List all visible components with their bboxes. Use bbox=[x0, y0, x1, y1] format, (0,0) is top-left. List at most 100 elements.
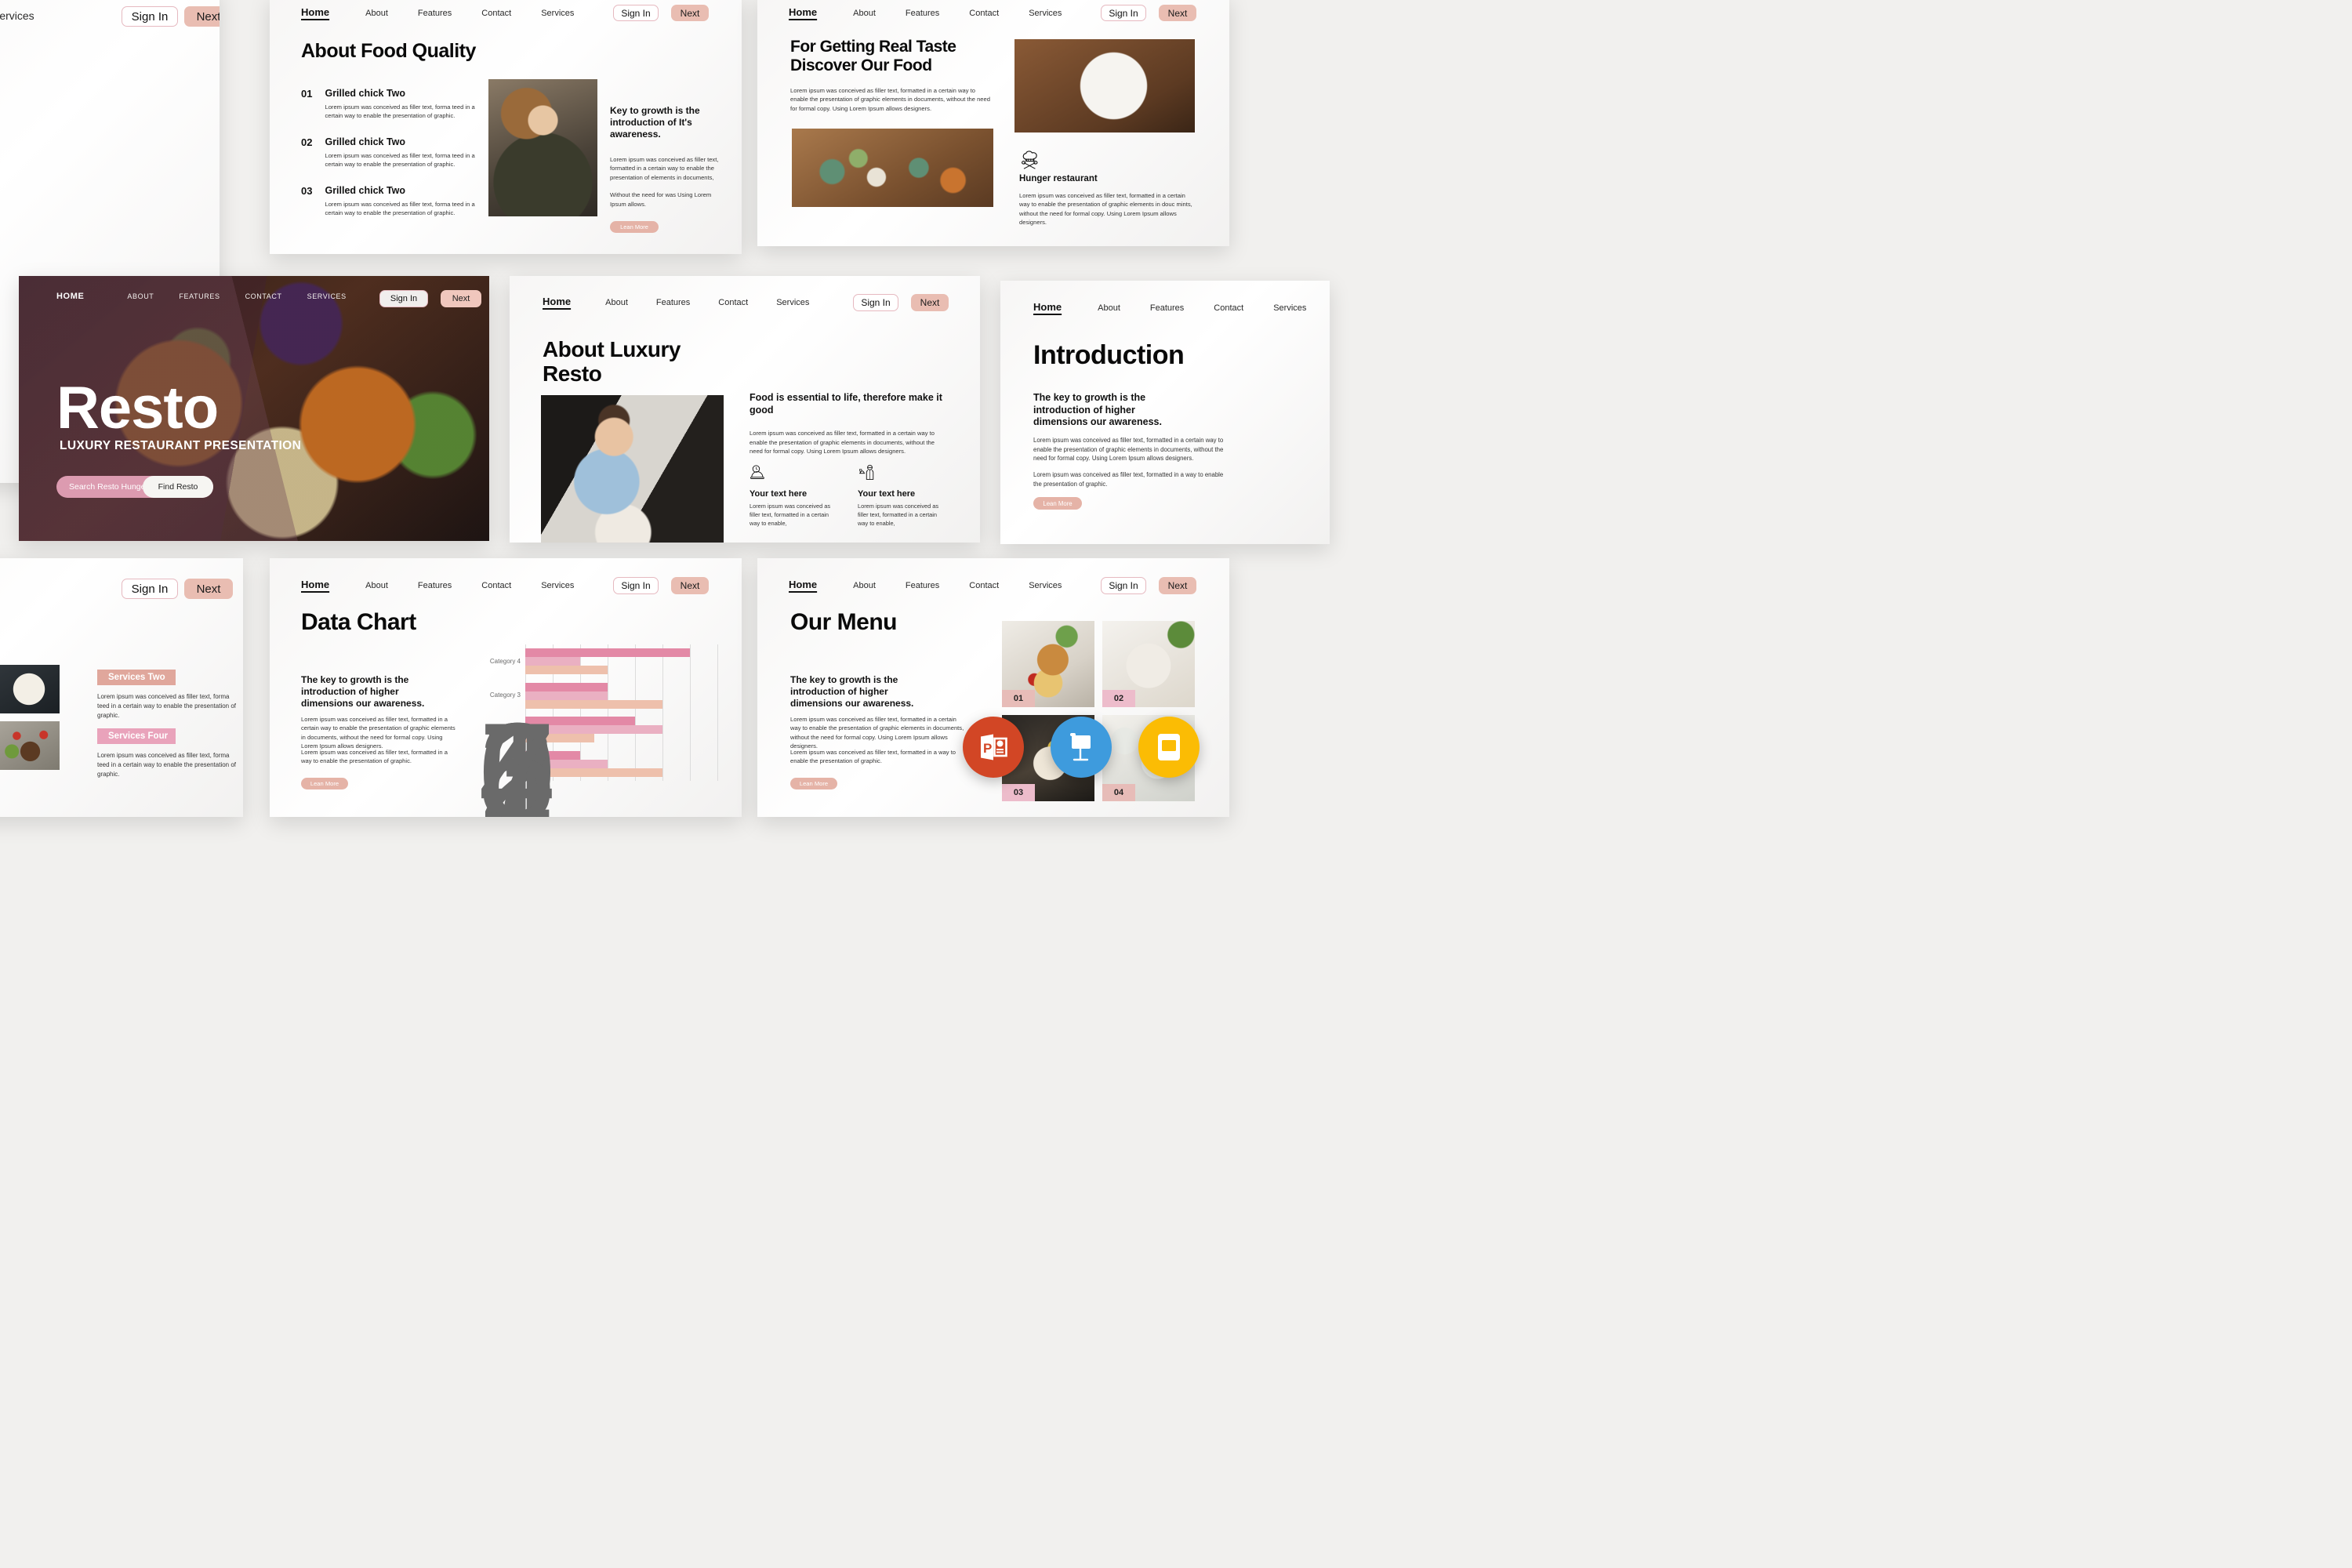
list-item: 03 Grilled chick Two Lorem ipsum was con… bbox=[301, 185, 477, 218]
nav-link-features[interactable]: Features bbox=[656, 298, 690, 307]
service-item: Services Two Lorem ipsum was conceived a… bbox=[97, 670, 243, 720]
nav-link-features[interactable]: Features bbox=[418, 9, 452, 18]
nav-link-about[interactable]: About bbox=[1098, 303, 1120, 313]
nav-link-contact[interactable]: Contact bbox=[1214, 303, 1243, 313]
service-item: Services Four Lorem ipsum was conceived … bbox=[97, 728, 243, 779]
menu-card-1[interactable]: 01 bbox=[1002, 621, 1094, 707]
clock-cloche-icon bbox=[750, 464, 836, 485]
nav-link-features[interactable]: Features bbox=[906, 581, 939, 590]
nav-link-home[interactable]: Home bbox=[789, 579, 817, 590]
chart-bar bbox=[525, 682, 608, 691]
nav-bar: Home About Features Contact Services bbox=[1033, 301, 1306, 313]
nav-link-about[interactable]: About bbox=[365, 581, 388, 590]
next-button[interactable]: Next bbox=[671, 577, 709, 594]
nav-link-services[interactable]: Services bbox=[776, 298, 809, 307]
sign-in-button[interactable]: Sign In bbox=[122, 6, 178, 27]
keynote-badge[interactable] bbox=[1051, 717, 1112, 778]
nav-link-contact[interactable]: Contact bbox=[969, 9, 999, 18]
nav-bar: Home About Features Contact Services bbox=[301, 6, 574, 18]
nav-link-about[interactable]: About bbox=[605, 298, 628, 307]
nav-link-home[interactable]: Home bbox=[301, 579, 329, 590]
powerpoint-badge[interactable]: P bbox=[963, 717, 1024, 778]
slide-real-taste[interactable]: Home About Features Contact Services Sig… bbox=[757, 0, 1229, 246]
sign-in-button[interactable]: Sign In bbox=[1101, 5, 1146, 21]
nav-link-services[interactable]: Services bbox=[541, 9, 574, 18]
nav-link-contact[interactable]: Contact bbox=[481, 581, 511, 590]
sign-in-button[interactable]: Sign In bbox=[1101, 577, 1146, 594]
nav-link-home[interactable]: Home bbox=[1033, 301, 1062, 313]
nav-link-contact[interactable]: CONTACT bbox=[245, 292, 282, 300]
nav-link-home[interactable]: HOME bbox=[56, 292, 84, 301]
slide-about-food-quality[interactable]: Home About Features Contact Services Sig… bbox=[270, 0, 742, 254]
sign-in-button[interactable]: Sign In bbox=[379, 290, 428, 307]
chart-gridline bbox=[690, 644, 691, 781]
powerpoint-icon: P bbox=[981, 734, 1007, 760]
chef-hat-icon bbox=[1020, 151, 1040, 169]
feature-body: Lorem ipsum was conceived as filler text… bbox=[858, 503, 939, 528]
chart-bar bbox=[525, 648, 690, 658]
slide-introduction[interactable]: Home About Features Contact Services Int… bbox=[1000, 281, 1330, 544]
next-button[interactable]: Next bbox=[184, 579, 233, 599]
slide-our-menu[interactable]: Home About Features Contact Services Sig… bbox=[757, 558, 1229, 817]
nav-link-contact[interactable]: Contact bbox=[481, 9, 511, 18]
chart-bar bbox=[525, 666, 608, 675]
nav-link-services[interactable]: Services bbox=[1029, 581, 1062, 590]
nav-link-about[interactable]: About bbox=[365, 9, 388, 18]
next-button[interactable]: Next bbox=[1159, 577, 1196, 594]
nav-bar: Home About Features Contact Services bbox=[543, 296, 809, 307]
slide-about-luxury-resto[interactable]: Home About Features Contact Services Sig… bbox=[510, 276, 980, 543]
nav-link-about[interactable]: About bbox=[853, 581, 876, 590]
hero-search-bar[interactable]: Search Resto Hunger Find Resto bbox=[56, 476, 213, 498]
sign-in-button[interactable]: Sign In bbox=[122, 579, 178, 599]
nav-link-services[interactable]: SERVICES bbox=[307, 292, 347, 300]
next-button[interactable]: Next bbox=[671, 5, 709, 21]
side-paragraph-1: Lorem ipsum was conceived as filler text… bbox=[610, 156, 719, 181]
chart-gridline bbox=[717, 644, 718, 781]
sign-in-button[interactable]: Sign In bbox=[613, 5, 659, 21]
page-title: Data Chart bbox=[301, 609, 416, 635]
slide-data-chart[interactable]: Home About Features Contact Services Sig… bbox=[270, 558, 742, 817]
nav-link-features[interactable]: FEATURES bbox=[179, 292, 220, 300]
nav-bar: Home About Features Contact Services bbox=[789, 579, 1062, 590]
paragraph-2: Lorem ipsum was conceived as filler text… bbox=[301, 749, 448, 765]
feature-title: Your text here bbox=[750, 489, 808, 499]
hero-subtitle: LUXURY RESTAURANT PRESENTATION bbox=[60, 439, 302, 452]
gourmet-plate-photo bbox=[1014, 39, 1195, 132]
google-slides-badge[interactable] bbox=[1138, 717, 1200, 778]
find-resto-button[interactable]: Find Resto bbox=[143, 476, 213, 498]
nav-link-home[interactable]: Home bbox=[543, 296, 571, 307]
nav-link-home[interactable]: Home bbox=[301, 6, 329, 18]
nav-link-contact[interactable]: Contact bbox=[718, 298, 748, 307]
next-button[interactable]: Next bbox=[441, 290, 481, 307]
list-item-number: 02 bbox=[301, 136, 313, 148]
nav-link-about[interactable]: ABOUT bbox=[127, 292, 154, 300]
section-heading: The key to growth is the introduction of… bbox=[1033, 392, 1162, 428]
nav-link-services[interactable]: Services bbox=[1029, 9, 1062, 18]
nav-link-services[interactable]: Services bbox=[0, 9, 34, 22]
lean-more-button[interactable]: Lean More bbox=[790, 778, 837, 789]
nav-link-features[interactable]: Features bbox=[906, 9, 939, 18]
menu-card-2[interactable]: 02 bbox=[1102, 621, 1195, 707]
slide-hero-resto[interactable]: HOME ABOUT FEATURES CONTACT SERVICES Sig… bbox=[19, 276, 489, 541]
nav-link-features[interactable]: Features bbox=[1150, 303, 1184, 313]
service-body: Lorem ipsum was conceived as filler text… bbox=[97, 693, 237, 719]
nav-link-services[interactable]: Services bbox=[541, 581, 574, 590]
nav-link-home[interactable]: Home bbox=[789, 6, 817, 18]
sign-in-button[interactable]: Sign In bbox=[853, 294, 898, 311]
nav-link-contact[interactable]: Contact bbox=[969, 581, 999, 590]
lean-more-button[interactable]: Lean More bbox=[1033, 497, 1082, 510]
chart-gridline bbox=[662, 644, 663, 781]
nav-link-features[interactable]: Features bbox=[418, 581, 452, 590]
next-button[interactable]: Next bbox=[911, 294, 949, 311]
nav-link-about[interactable]: About bbox=[853, 9, 876, 18]
next-button[interactable]: Next bbox=[1159, 5, 1196, 21]
next-button[interactable]: Next bbox=[184, 6, 220, 27]
nav-link-services[interactable]: Services bbox=[1273, 303, 1306, 313]
nav-bar: Home About Features Contact Services bbox=[301, 579, 574, 590]
lean-more-button[interactable]: Lean More bbox=[301, 778, 348, 789]
slide-services[interactable]: Services Sign In Next Services Services … bbox=[0, 558, 243, 817]
search-input[interactable]: Search Resto Hunger bbox=[56, 482, 148, 492]
side-heading: Key to growth is the introduction of It'… bbox=[610, 105, 700, 140]
lean-more-button[interactable]: Lean More bbox=[610, 220, 659, 233]
sign-in-button[interactable]: Sign In bbox=[613, 577, 659, 594]
